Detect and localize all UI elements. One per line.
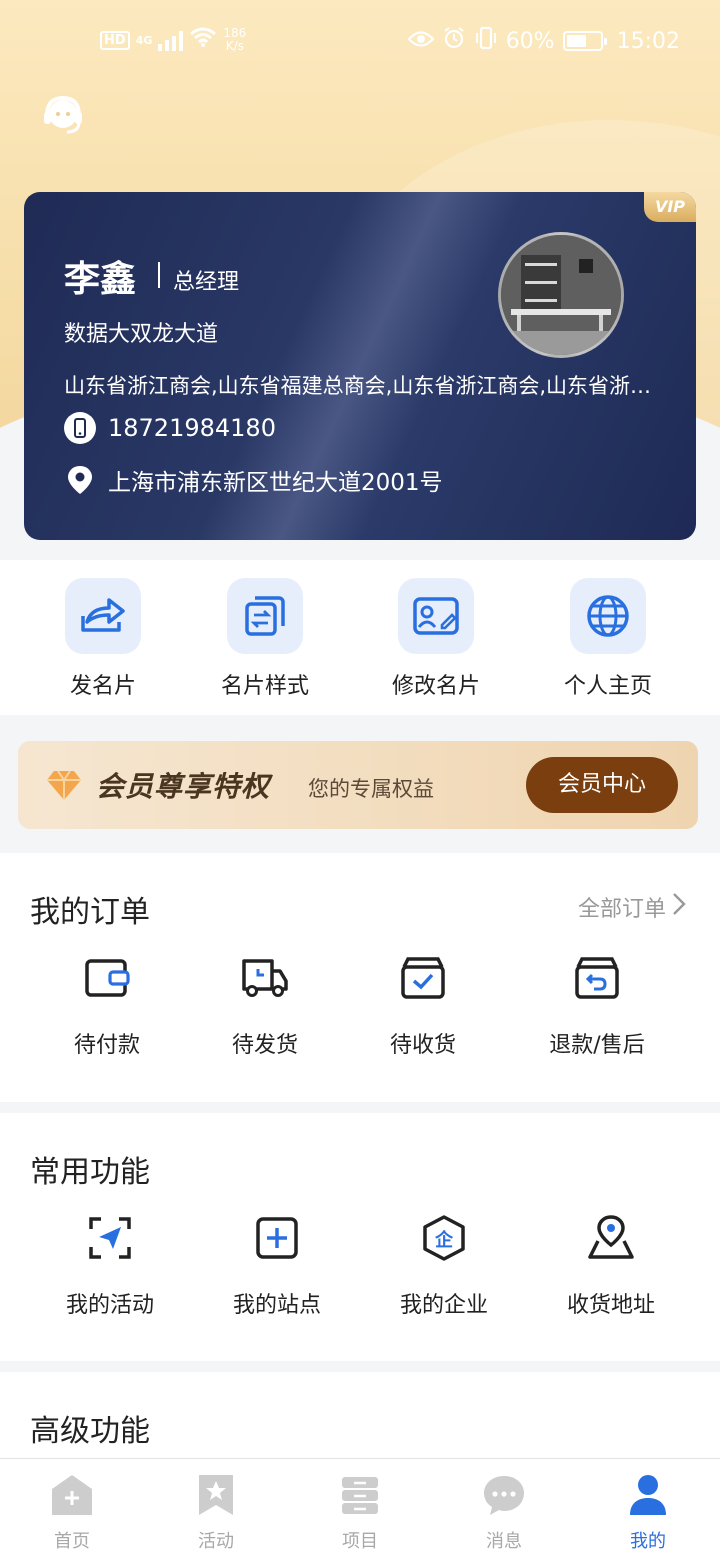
orders-title: 我的订单 (30, 895, 150, 930)
pending-payment-label: 待付款 (73, 1033, 140, 1058)
card-address-row: 上海市浦东新区世纪大道2001号 (64, 463, 443, 497)
card-style-icon (227, 578, 303, 654)
edit-card-button[interactable]: 修改名片 (366, 578, 506, 700)
location-map-icon (586, 1213, 636, 1263)
order-refund[interactable]: 退款/售后 (512, 953, 682, 1059)
common-functions-section: 常用功能 我的活动 我的站点 企 我的企业 收货地址 (0, 1113, 720, 1361)
order-pending-payment[interactable]: 待付款 (22, 953, 192, 1059)
alarm-icon (442, 26, 466, 56)
orders-section: 我的订单 全部订单 待付款 待发货 待收货 退款/售后 (0, 853, 720, 1102)
card-phone-row: 18721984180 (64, 412, 276, 444)
all-orders-link[interactable]: 全部订单 (578, 891, 686, 923)
business-card[interactable]: VIP 李鑫 总经理 数据大双龙大道 山东省浙江商会,山东省福建总商会,山东省浙… (24, 192, 696, 540)
my-enterprise-label: 我的企业 (399, 1293, 488, 1318)
edit-card-icon (398, 578, 474, 654)
edit-card-label: 修改名片 (391, 674, 480, 699)
shipping-address-label: 收货地址 (566, 1293, 655, 1318)
signal-icon (158, 29, 184, 51)
member-center-button[interactable]: 会员中心 (526, 757, 678, 813)
signal-type: 4G (135, 33, 153, 47)
advanced-title: 高级功能 (30, 1414, 150, 1449)
my-sites-button[interactable]: 我的站点 (192, 1213, 362, 1319)
vip-badge: VIP (644, 192, 696, 222)
card-style-label: 名片样式 (220, 674, 309, 699)
order-pending-receipt[interactable]: 待收货 (338, 953, 508, 1059)
avatar[interactable] (498, 232, 624, 358)
tab-projects-label: 项目 (342, 1531, 378, 1552)
advanced-functions-section: 高级功能 (0, 1372, 720, 1458)
card-job-title: 总经理 (173, 270, 240, 295)
svg-text:企: 企 (434, 1229, 454, 1251)
tab-mine[interactable]: 我的 (593, 1473, 703, 1553)
share-icon (65, 578, 141, 654)
common-title: 常用功能 (30, 1155, 150, 1190)
card-company: 数据大双龙大道 (64, 322, 219, 347)
tab-home[interactable]: 首页 (17, 1473, 127, 1553)
activity-tab-icon (194, 1473, 238, 1517)
name-divider (158, 262, 160, 288)
card-address: 上海市浦东新区世纪大道2001号 (108, 470, 443, 496)
homepage-button[interactable]: 个人主页 (538, 578, 678, 700)
profile-icon (626, 1473, 670, 1517)
enterprise-icon: 企 (419, 1213, 469, 1263)
member-subtitle: 您的专属权益 (308, 777, 434, 801)
shipping-address-button[interactable]: 收货地址 (526, 1213, 696, 1319)
phone-icon (64, 412, 96, 444)
status-bar: HD 4G 186 K/s 60% 15:02 (0, 0, 720, 84)
battery-percent: 60% (505, 28, 555, 54)
wallet-icon (82, 953, 132, 1003)
all-orders-label: 全部订单 (577, 897, 666, 922)
project-icon (338, 1473, 382, 1517)
homepage-label: 个人主页 (563, 674, 652, 699)
message-icon (482, 1473, 526, 1517)
tab-activities-label: 活动 (198, 1531, 234, 1552)
eye-icon (407, 29, 435, 54)
quick-actions: 发名片 名片样式 修改名片 个人主页 (0, 560, 720, 715)
truck-icon (240, 953, 290, 1003)
box-check-icon (398, 953, 448, 1003)
tab-mine-label: 我的 (630, 1531, 666, 1552)
pending-shipment-label: 待发货 (231, 1033, 298, 1058)
pending-receipt-label: 待收货 (389, 1033, 456, 1058)
bottom-tab-bar: 首页 活动 项目 消息 我的 (0, 1458, 720, 1560)
hd-indicator: HD (100, 30, 130, 50)
card-name: 李鑫 (64, 259, 137, 300)
network-speed: 186 K/s (223, 27, 246, 53)
speed-value: 186 (223, 26, 247, 40)
member-banner[interactable]: 会员尊享特权 您的专属权益 会员中心 (18, 741, 698, 829)
tab-messages-label: 消息 (486, 1531, 522, 1552)
refund-label: 退款/售后 (549, 1033, 645, 1058)
location-pin-icon (64, 464, 96, 496)
send-card-button[interactable]: 发名片 (33, 578, 173, 700)
my-activities-button[interactable]: 我的活动 (25, 1213, 195, 1319)
my-enterprise-button[interactable]: 企 我的企业 (359, 1213, 529, 1319)
refund-icon (572, 953, 622, 1003)
activity-icon (85, 1213, 135, 1263)
customer-service-icon[interactable] (40, 92, 86, 138)
tab-activities[interactable]: 活动 (161, 1473, 271, 1553)
my-activities-label: 我的活动 (65, 1293, 154, 1318)
member-title: 会员尊享特权 (96, 770, 271, 803)
send-card-label: 发名片 (69, 674, 136, 699)
tab-home-label: 首页 (54, 1531, 90, 1552)
battery-icon (562, 31, 607, 51)
wifi-icon (189, 26, 217, 54)
card-style-button[interactable]: 名片样式 (195, 578, 335, 700)
card-phone: 18721984180 (108, 414, 276, 442)
vibrate-icon (474, 26, 498, 56)
tab-projects[interactable]: 项目 (305, 1473, 415, 1553)
home-icon (50, 1473, 94, 1517)
diamond-icon (46, 767, 82, 803)
my-sites-label: 我的站点 (232, 1293, 321, 1318)
order-pending-shipment[interactable]: 待发货 (180, 953, 350, 1059)
site-icon (252, 1213, 302, 1263)
card-organizations: 山东省浙江商会,山东省福建总商会,山东省浙江商会,山东省浙江商会 (64, 374, 654, 398)
tab-messages[interactable]: 消息 (449, 1473, 559, 1553)
chevron-right-icon (672, 892, 686, 922)
clock-time: 15:02 (616, 28, 680, 54)
speed-unit: K/s (225, 39, 244, 53)
globe-icon (570, 578, 646, 654)
